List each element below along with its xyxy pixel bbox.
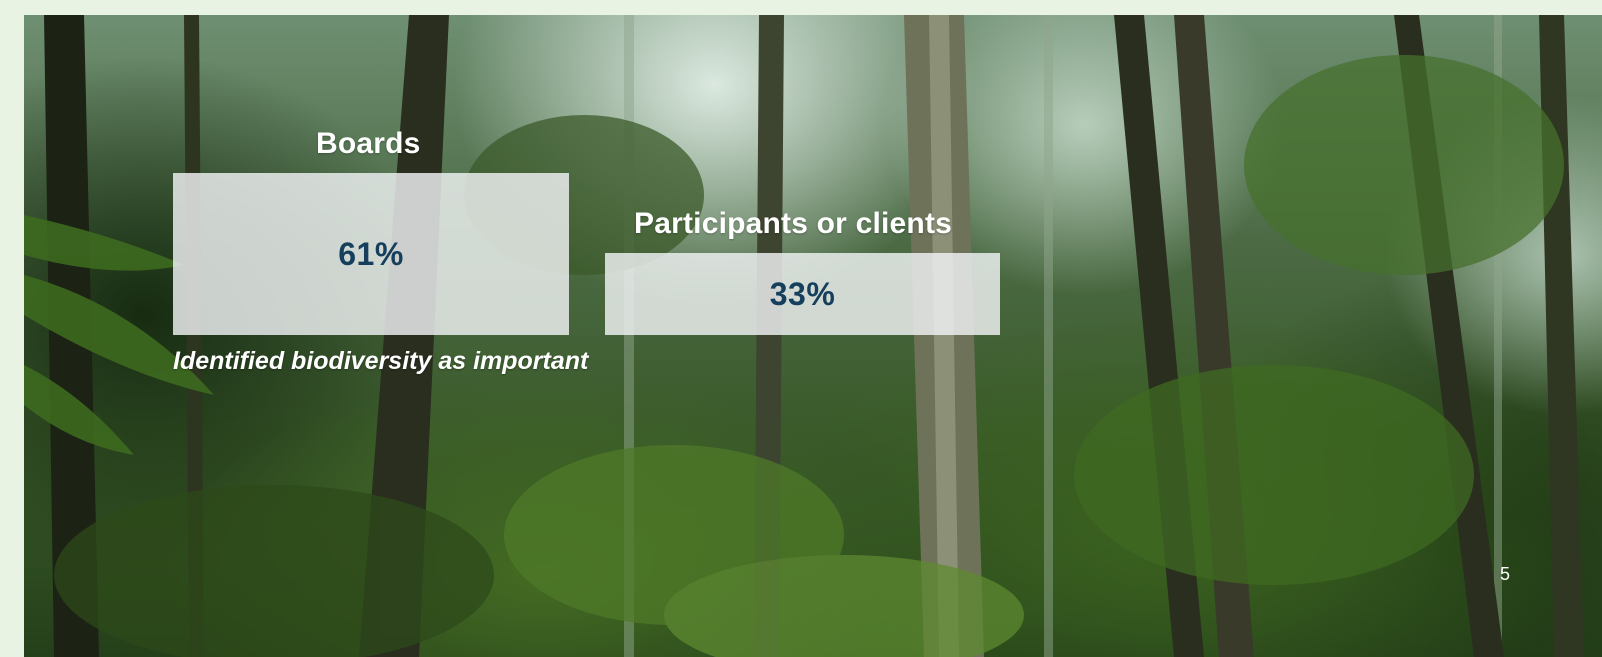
participants-percentage: 33% — [769, 275, 836, 312]
biodiversity-caption: Identified biodiversity as important — [173, 347, 589, 375]
boards-title: Boards — [316, 127, 421, 160]
slide: Boards 61% Participants or clients 33% I… — [24, 15, 1602, 657]
participants-stat-box: 33% — [605, 253, 1000, 335]
participants-title: Participants or clients — [634, 207, 953, 240]
page-number: 5 — [1500, 564, 1511, 584]
forest-background-image — [24, 15, 1584, 657]
boards-percentage: 61% — [338, 235, 404, 272]
boards-stat-box: 61% — [173, 173, 569, 335]
